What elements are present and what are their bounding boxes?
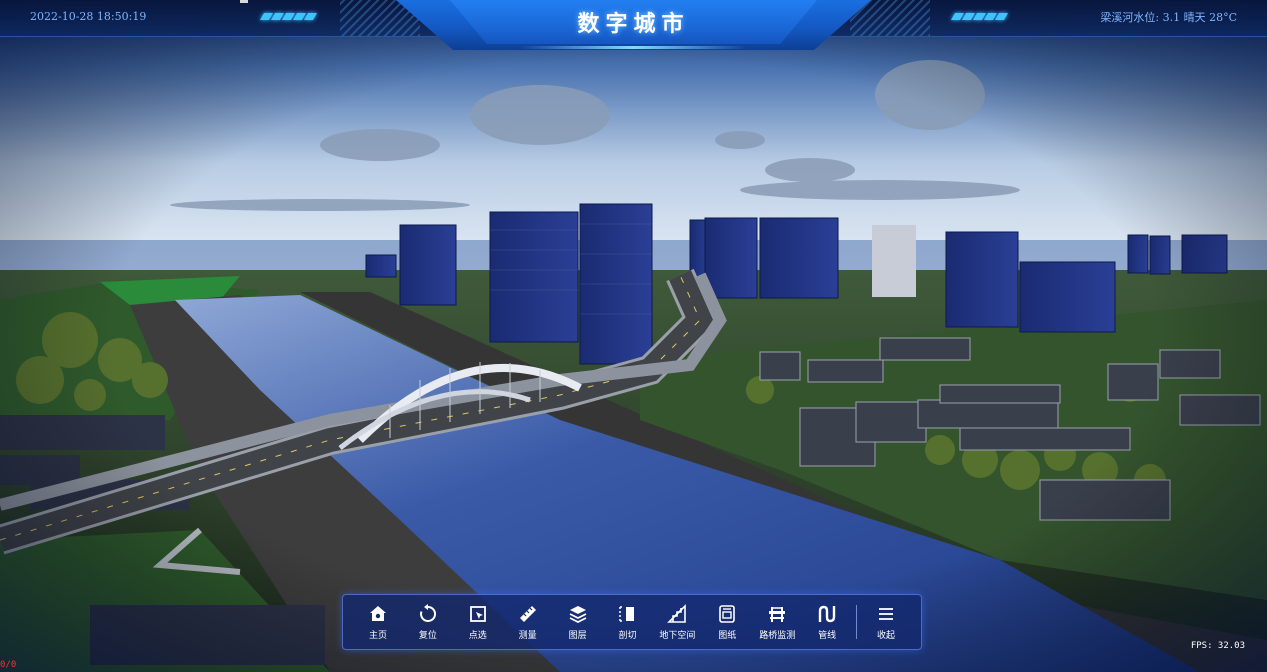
toolbar-pick-button[interactable]: 点选 — [453, 595, 503, 649]
toolbar-label: 地下空间 — [659, 630, 696, 641]
toolbar-label: 主页 — [368, 630, 387, 641]
pipeline-icon — [818, 605, 836, 622]
toolbar-label: 图纸 — [718, 630, 737, 641]
corner-mark — [240, 0, 248, 3]
toolbar-label: 复位 — [418, 630, 437, 641]
toolbar-collapse-button[interactable]: 收起 — [861, 595, 911, 649]
reset-icon — [419, 603, 436, 622]
toolbar-home-button[interactable]: 主页 — [353, 595, 403, 649]
bridge-monitor-icon — [769, 606, 786, 622]
digital-city-viewer: 数字城市 2022-10-28 18:50:19 梁溪河水位: 3.1 晴天 2… — [0, 0, 1267, 672]
toolbar-measure-button[interactable]: 测量 — [503, 595, 553, 649]
ruler-icon — [519, 605, 536, 622]
section-cut-icon — [619, 605, 635, 622]
toolbar-pipeline-button[interactable]: 管线 — [802, 595, 852, 649]
toolbar-drawing-button[interactable]: 图纸 — [702, 595, 752, 649]
toolbar-label: 收起 — [876, 630, 895, 641]
collapse-icon — [878, 607, 893, 620]
toolbar-label: 测量 — [518, 630, 537, 641]
toolbar-layers-button[interactable]: 图层 — [553, 595, 603, 649]
pick-icon — [469, 605, 486, 622]
toolbar-separator — [856, 605, 858, 639]
toolbar-reset-button[interactable]: 复位 — [403, 595, 453, 649]
toolbar-section-cut-button[interactable]: 剖切 — [603, 595, 653, 649]
toolbar-label: 图层 — [568, 630, 587, 641]
toolbar-bridge-monitor-button[interactable]: 路桥监测 — [752, 595, 802, 649]
toolbar-label: 路桥监测 — [759, 630, 796, 641]
fps-counter: FPS: 32.03 — [1190, 641, 1245, 651]
toolbar-label: 剖切 — [618, 630, 637, 641]
home-icon — [369, 605, 386, 621]
3d-city-viewport[interactable] — [0, 0, 1267, 672]
drawing-icon — [719, 604, 736, 623]
bottom-toolbar: 主页 复位 点选 测量 图层 剖切 地下空间 图纸 路桥监测 管线 收起 — [342, 594, 922, 650]
selection-counter: 0/0 — [0, 660, 17, 670]
toolbar-label: 管线 — [818, 630, 837, 641]
layers-icon — [569, 605, 586, 623]
toolbar-underground-button[interactable]: 地下空间 — [652, 595, 702, 649]
underground-icon — [667, 603, 687, 623]
toolbar-label: 点选 — [468, 630, 487, 641]
